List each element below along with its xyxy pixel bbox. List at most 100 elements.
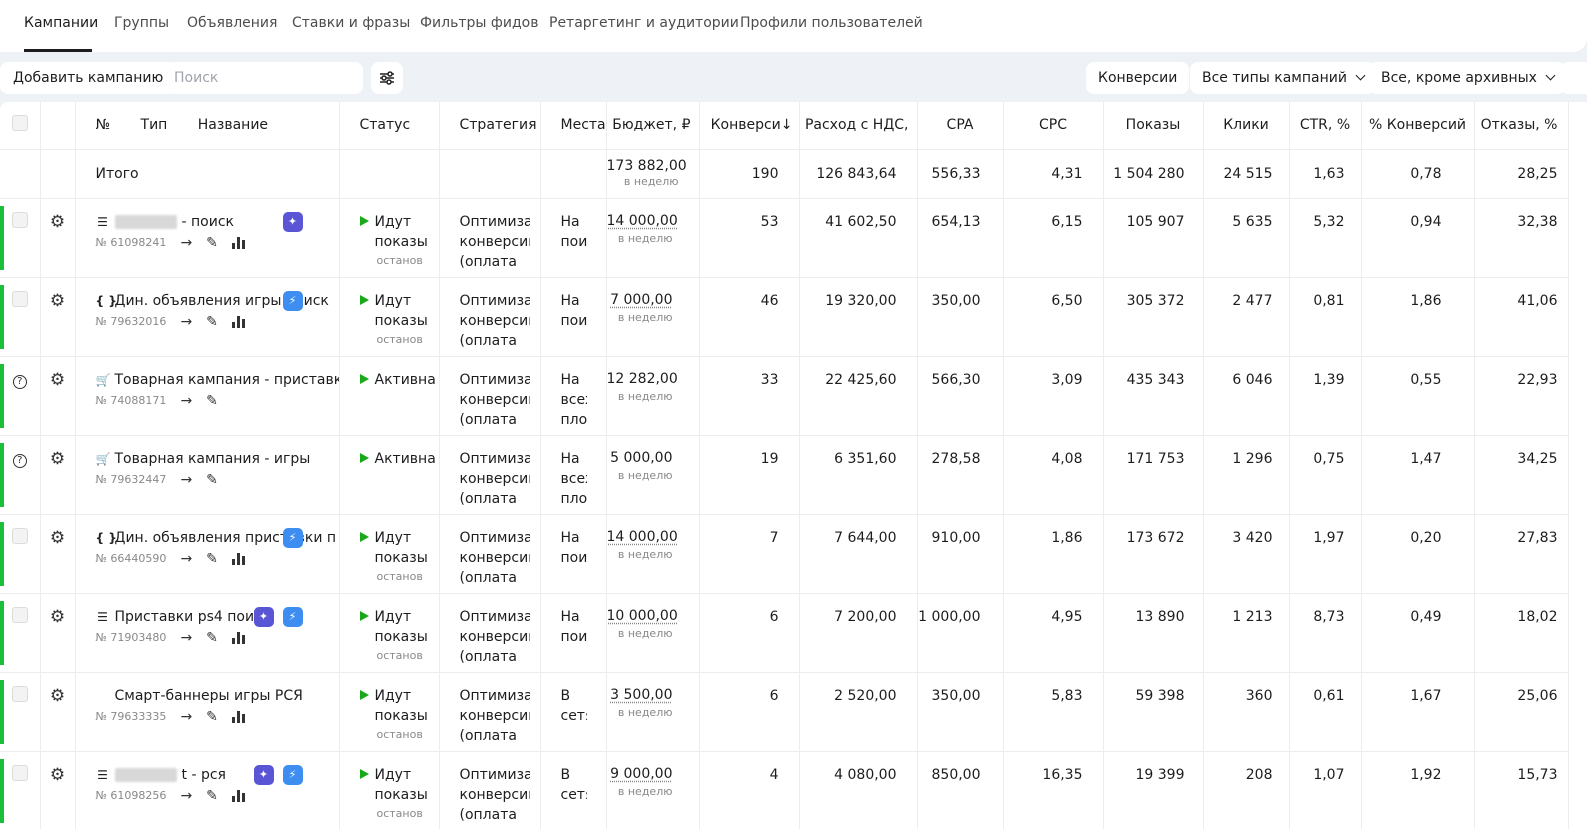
arrow-right-icon[interactable]: →: [180, 312, 192, 332]
pencil-icon[interactable]: ✎: [206, 233, 218, 253]
select-all-checkbox[interactable]: [11, 115, 28, 132]
header-shows[interactable]: Показы: [1103, 102, 1204, 150]
cpa-value: 1 000,00: [917, 593, 1004, 673]
tab-bids-phrases[interactable]: Ставки и фразы: [292, 15, 410, 31]
budget-value[interactable]: 3 500,00: [607, 686, 672, 704]
pencil-icon[interactable]: ✎: [206, 470, 218, 490]
arrow-right-icon[interactable]: →: [180, 628, 192, 648]
arrow-right-icon[interactable]: →: [180, 391, 192, 411]
header-status[interactable]: Статус: [339, 102, 440, 150]
row-checkbox[interactable]: [11, 606, 28, 623]
tab-ads[interactable]: Объявления: [187, 15, 277, 31]
header-strategy[interactable]: Стратегия: [439, 102, 541, 150]
campaign-name[interactable]: Приставки ps4 поиск: [115, 607, 271, 627]
row-checkbox[interactable]: [11, 527, 28, 544]
autotargeting-badge-icon[interactable]: ✦: [253, 606, 274, 627]
gear-icon[interactable]: ⚙: [50, 607, 65, 627]
gear-icon[interactable]: ⚙: [50, 528, 65, 548]
campaign-cell: 🛒 Товарная кампания - приставки № 74088171…: [75, 356, 340, 436]
header-bounce[interactable]: Отказы, %: [1474, 102, 1569, 150]
cpc-value: 1,86: [1003, 514, 1104, 594]
autotargeting-badge-icon[interactable]: ✦: [282, 211, 303, 232]
search-input[interactable]: [166, 62, 363, 94]
arrow-right-icon[interactable]: →: [180, 786, 192, 806]
filter-settings-button[interactable]: [371, 62, 403, 94]
pencil-icon[interactable]: ✎: [206, 312, 218, 332]
gear-icon[interactable]: ⚙: [50, 370, 65, 390]
add-campaign-button[interactable]: Добавить кампанию: [0, 62, 177, 94]
play-icon: [359, 531, 369, 542]
stats-icon[interactable]: [231, 236, 245, 249]
pencil-icon[interactable]: ✎: [206, 628, 218, 648]
bolt-badge-icon[interactable]: ⚡: [282, 764, 303, 785]
stats-icon[interactable]: [231, 315, 245, 328]
tab-feed-filters[interactable]: Фильтры фидов: [420, 15, 538, 31]
gear-icon[interactable]: ⚙: [50, 449, 65, 469]
pencil-icon[interactable]: ✎: [206, 786, 218, 806]
bolt-badge-icon[interactable]: ⚡: [282, 606, 303, 627]
gear-icon[interactable]: ⚙: [50, 765, 65, 785]
help-icon[interactable]: ?: [12, 453, 27, 468]
campaign-name[interactable]: Товарная кампания - игры: [115, 449, 311, 469]
arrow-right-icon[interactable]: →: [180, 549, 192, 569]
row-left-cell: [0, 672, 41, 752]
arrow-right-icon[interactable]: →: [180, 707, 192, 727]
header-places[interactable]: Места: [540, 102, 607, 150]
header-cpa[interactable]: CPA: [917, 102, 1004, 150]
header-number[interactable]: №: [96, 117, 111, 133]
table-row: ⚙{ } Дин. объявления игры поиск № 79632016…: [0, 277, 1569, 357]
more-toolbar-button[interactable]: [1560, 62, 1587, 94]
header-name[interactable]: Название: [198, 117, 268, 133]
header-ctr[interactable]: CTR, %: [1289, 102, 1362, 150]
bolt-badge-icon[interactable]: ⚡: [282, 290, 303, 311]
budget-value[interactable]: 9 000,00: [607, 765, 672, 783]
places-text: В сетях: [560, 766, 587, 803]
budget-value[interactable]: 7 000,00: [607, 291, 672, 309]
tab-groups[interactable]: Группы: [114, 15, 169, 31]
budget-value[interactable]: 10 000,00: [607, 607, 678, 625]
header-conversions[interactable]: Конверси↓: [699, 102, 800, 150]
pencil-icon[interactable]: ✎: [206, 549, 218, 569]
header-budget[interactable]: Бюджет, ₽: [606, 102, 700, 150]
help-icon[interactable]: ?: [12, 374, 27, 389]
tab-user-profiles[interactable]: Профили пользователей: [740, 15, 923, 31]
autotargeting-badge-icon[interactable]: ✦: [253, 764, 274, 785]
budget-period: в неделю: [617, 547, 673, 561]
gear-icon[interactable]: ⚙: [50, 686, 65, 706]
campaign-name[interactable]: t - рся: [182, 765, 226, 785]
stats-icon[interactable]: [231, 710, 245, 723]
arrow-right-icon[interactable]: →: [180, 470, 192, 490]
pencil-icon[interactable]: ✎: [206, 391, 218, 411]
stats-icon[interactable]: [231, 552, 245, 565]
campaign-name[interactable]: Дин. объявления приставки п: [115, 528, 337, 548]
row-checkbox[interactable]: [11, 764, 28, 781]
header-spend[interactable]: Расход с НДС,: [799, 102, 918, 150]
campaign-name[interactable]: Смарт-баннеры игры РСЯ: [115, 686, 303, 706]
budget-value[interactable]: 12 282,00: [607, 370, 678, 388]
campaign-name[interactable]: - поиск: [182, 212, 234, 232]
bolt-badge-icon[interactable]: ⚡: [282, 527, 303, 548]
row-checkbox[interactable]: [11, 211, 28, 228]
row-checkbox[interactable]: [11, 290, 28, 307]
row-checkbox[interactable]: [11, 685, 28, 702]
conversions-button[interactable]: Конверсии: [1086, 62, 1190, 94]
pencil-icon[interactable]: ✎: [206, 707, 218, 727]
budget-value[interactable]: 14 000,00: [607, 528, 678, 546]
stats-icon[interactable]: [231, 789, 245, 802]
stats-icon[interactable]: [231, 631, 245, 644]
budget-value[interactable]: 14 000,00: [607, 212, 678, 230]
header-clicks[interactable]: Клики: [1203, 102, 1290, 150]
budget-period: в неделю: [617, 626, 673, 640]
header-cpc[interactable]: CPC: [1003, 102, 1104, 150]
campaign-types-select[interactable]: Все типы кампаний: [1190, 62, 1376, 94]
arrow-right-icon[interactable]: →: [180, 233, 192, 253]
campaign-name[interactable]: Товарная кампания - приставки: [115, 370, 339, 390]
budget-value[interactable]: 5 000,00: [607, 449, 672, 467]
gear-icon[interactable]: ⚙: [50, 212, 65, 232]
gear-icon[interactable]: ⚙: [50, 291, 65, 311]
tab-campaigns[interactable]: Кампании: [24, 15, 98, 31]
header-conv-rate[interactable]: % Конверсий: [1361, 102, 1475, 150]
archive-filter-select[interactable]: Все, кроме архивных: [1369, 62, 1566, 94]
header-type[interactable]: Тип: [141, 117, 168, 133]
tab-retargeting[interactable]: Ретаргетинг и аудитории: [549, 15, 739, 31]
